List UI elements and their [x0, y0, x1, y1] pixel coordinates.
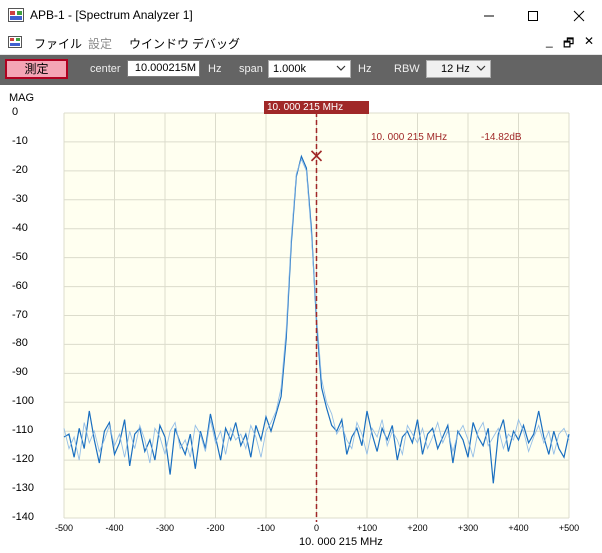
spectrum-chart[interactable]	[0, 0, 602, 553]
marker-level-readout: -14.82dB	[481, 132, 522, 143]
marker-frequency-readout: 10. 000 215 MHz	[371, 132, 448, 143]
marker-label[interactable]: 10. 000 215 MHz	[264, 101, 369, 114]
